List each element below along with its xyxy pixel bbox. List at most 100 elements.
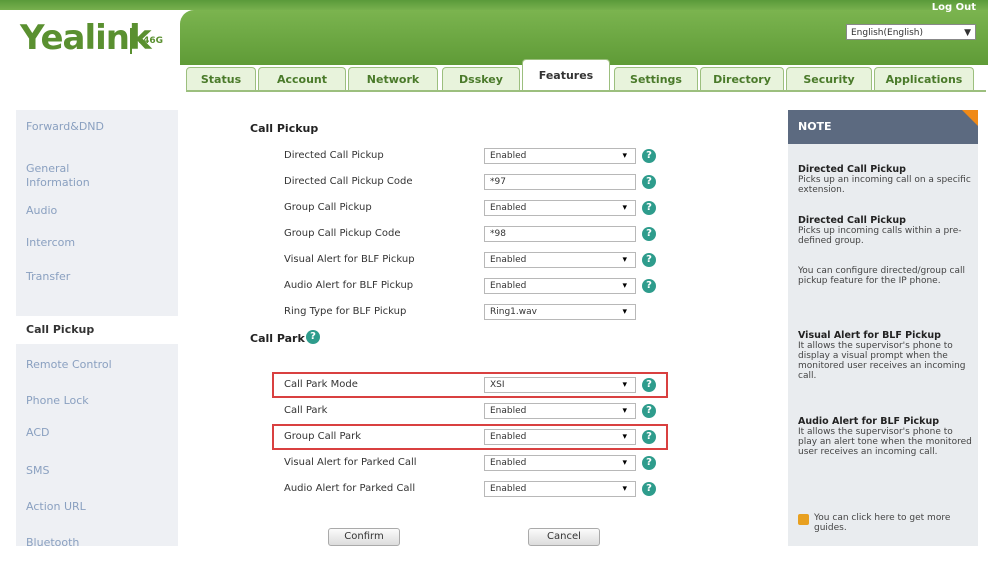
visual-alert-blf-pickup-label: Visual Alert for BLF Pickup: [284, 254, 415, 265]
visual-alert-blf-pickup-select[interactable]: Enabled ▾: [484, 252, 636, 268]
note-panel: NOTE Directed Call Pickup Picks up an in…: [788, 110, 978, 546]
sidebar: Forward&DND General Information Audio In…: [16, 110, 178, 549]
tab-dsskey[interactable]: Dsskey: [442, 67, 520, 91]
group-call-pickup-code-input[interactable]: *98: [484, 226, 636, 242]
field-value: Enabled: [490, 203, 527, 213]
field-value: Enabled: [490, 255, 527, 265]
note-block-title: Directed Call Pickup: [798, 215, 906, 226]
group-call-pickup-label: Group Call Pickup: [284, 202, 372, 213]
tabs-underline: [186, 90, 986, 92]
chevron-down-icon: ▾: [622, 484, 627, 494]
field-value: Enabled: [490, 281, 527, 291]
help-icon[interactable]: ?: [642, 430, 656, 444]
call-park-section-title: Call Park: [250, 332, 305, 345]
help-icon[interactable]: ?: [642, 227, 656, 241]
call-park-label: Call Park: [284, 405, 328, 416]
help-icon[interactable]: ?: [642, 201, 656, 215]
tab-applications[interactable]: Applications: [874, 67, 974, 91]
call-pickup-section-title: Call Pickup: [250, 122, 319, 135]
group-call-park-label: Group Call Park: [284, 431, 362, 442]
field-value: *97: [490, 177, 506, 187]
call-park-select[interactable]: Enabled ▾: [484, 403, 636, 419]
visual-alert-parked-call-label: Visual Alert for Parked Call: [284, 457, 417, 468]
chevron-down-icon: ▾: [622, 458, 627, 468]
chevron-down-icon: ▾: [622, 432, 627, 442]
help-icon[interactable]: ?: [642, 149, 656, 163]
field-value: Enabled: [490, 484, 527, 494]
model-label: T46G: [137, 36, 164, 46]
note-block-title: Directed Call Pickup: [798, 164, 906, 175]
tab-account[interactable]: Account: [258, 67, 346, 91]
note-block-text: You can configure directed/group call pi…: [798, 266, 966, 286]
audio-alert-blf-pickup-label: Audio Alert for BLF Pickup: [284, 280, 414, 291]
note-block-text: Picks up incoming calls within a pre-def…: [798, 226, 962, 246]
sidebar-item-bluetooth[interactable]: Bluetooth: [16, 536, 178, 564]
help-icon[interactable]: ?: [642, 404, 656, 418]
sidebar-item-call-pickup[interactable]: Call Pickup: [16, 316, 178, 344]
note-block-title: Audio Alert for BLF Pickup: [798, 416, 940, 427]
audio-alert-parked-call-label: Audio Alert for Parked Call: [284, 483, 416, 494]
cancel-button[interactable]: Cancel: [528, 528, 600, 546]
sidebar-item-action-url[interactable]: Action URL: [16, 500, 178, 528]
guide-icon: [798, 514, 809, 525]
chevron-down-icon: ▾: [622, 151, 627, 161]
field-value: Enabled: [490, 151, 527, 161]
group-call-pickup-select[interactable]: Enabled ▾: [484, 200, 636, 216]
sidebar-item-forward-dnd[interactable]: Forward&DND: [16, 120, 178, 148]
field-value: Ring1.wav: [490, 307, 537, 317]
top-bar: [0, 0, 988, 10]
note-block-text: It allows the supervisor's phone to play…: [798, 427, 972, 457]
sidebar-item-acd[interactable]: ACD: [16, 426, 178, 454]
tab-settings[interactable]: Settings: [614, 67, 698, 91]
help-icon[interactable]: ?: [642, 253, 656, 267]
group-call-park-select[interactable]: Enabled ▾: [484, 429, 636, 445]
chevron-down-icon: ▾: [622, 406, 627, 416]
audio-alert-parked-call-select[interactable]: Enabled ▾: [484, 481, 636, 497]
field-value: Enabled: [490, 432, 527, 442]
field-value: XSI: [490, 380, 505, 390]
audio-alert-blf-pickup-select[interactable]: Enabled ▾: [484, 278, 636, 294]
language-value: English(English): [851, 28, 924, 38]
group-call-pickup-code-label: Group Call Pickup Code: [284, 228, 401, 239]
tab-network[interactable]: Network: [348, 67, 438, 91]
tab-directory[interactable]: Directory: [700, 67, 784, 91]
visual-alert-parked-call-select[interactable]: Enabled ▾: [484, 455, 636, 471]
chevron-down-icon: ▾: [622, 281, 627, 291]
logout-link[interactable]: Log Out: [932, 2, 976, 13]
sidebar-item-transfer[interactable]: Transfer: [16, 270, 178, 298]
help-icon[interactable]: ?: [642, 378, 656, 392]
directed-call-pickup-code-label: Directed Call Pickup Code: [284, 176, 413, 187]
directed-call-pickup-code-input[interactable]: *97: [484, 174, 636, 190]
sidebar-item-intercom[interactable]: Intercom: [16, 236, 178, 264]
call-park-mode-select[interactable]: XSI ▾: [484, 377, 636, 393]
sidebar-item-general-information[interactable]: General Information: [16, 162, 106, 190]
chevron-down-icon: ▾: [622, 307, 627, 317]
field-value: Enabled: [490, 458, 527, 468]
language-select[interactable]: English(English) ▼: [846, 24, 976, 40]
chevron-down-icon: ▼: [964, 28, 971, 38]
ring-type-blf-pickup-select[interactable]: Ring1.wav ▾: [484, 304, 636, 320]
note-title: NOTE: [788, 110, 978, 144]
tab-features[interactable]: Features: [522, 59, 610, 91]
help-icon[interactable]: ?: [642, 456, 656, 470]
field-value: *98: [490, 229, 506, 239]
confirm-button[interactable]: Confirm: [328, 528, 400, 546]
chevron-down-icon: ▾: [622, 203, 627, 213]
tab-security[interactable]: Security: [786, 67, 872, 91]
tab-status[interactable]: Status: [186, 67, 256, 91]
ring-type-blf-pickup-label: Ring Type for BLF Pickup: [284, 306, 407, 317]
logo-separator: [130, 28, 132, 54]
directed-call-pickup-label: Directed Call Pickup: [284, 150, 384, 161]
sidebar-item-remote-control[interactable]: Remote Control: [16, 358, 178, 386]
sidebar-item-phone-lock[interactable]: Phone Lock: [16, 394, 178, 422]
guide-link[interactable]: You can click here to get more guides.: [814, 513, 974, 533]
help-icon[interactable]: ?: [642, 175, 656, 189]
chevron-down-icon: ▾: [622, 380, 627, 390]
help-icon[interactable]: ?: [306, 330, 320, 344]
note-corner-tab: [962, 110, 978, 126]
sidebar-item-audio[interactable]: Audio: [16, 204, 178, 232]
help-icon[interactable]: ?: [642, 279, 656, 293]
directed-call-pickup-select[interactable]: Enabled ▾: [484, 148, 636, 164]
sidebar-item-sms[interactable]: SMS: [16, 464, 178, 492]
help-icon[interactable]: ?: [642, 482, 656, 496]
